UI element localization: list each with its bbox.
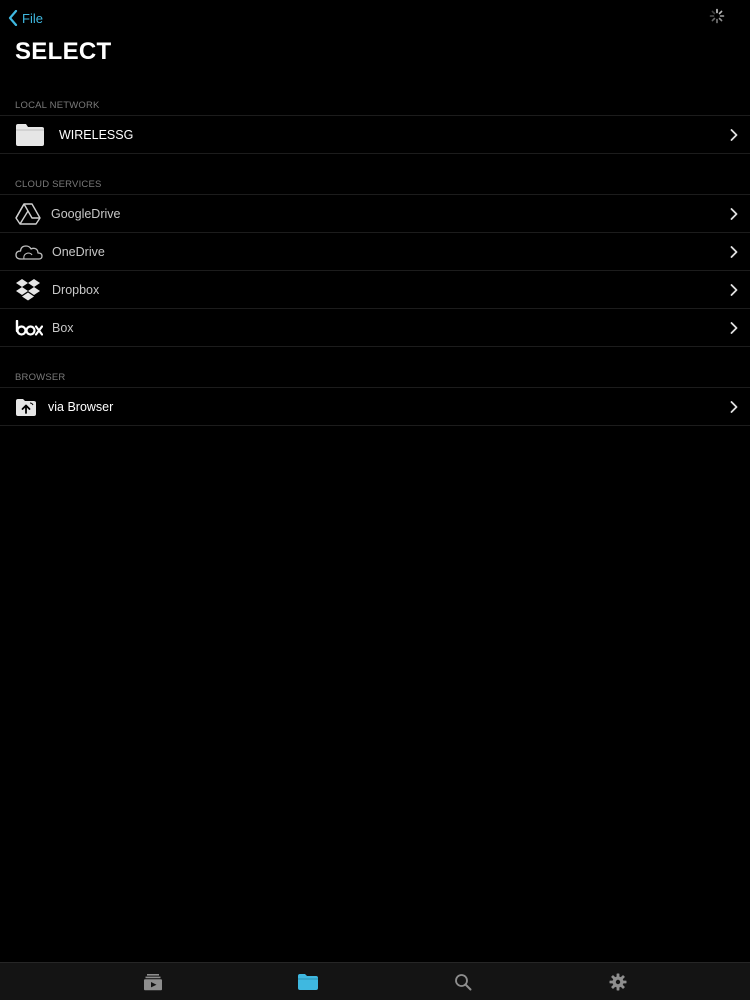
cloud-services-list: GoogleDrive OneDrive Dropbox Box	[0, 194, 750, 347]
list-item-dropbox[interactable]: Dropbox	[0, 271, 750, 309]
page-title: SELECT	[15, 38, 112, 65]
list-item-onedrive[interactable]: OneDrive	[0, 233, 750, 271]
section-header-browser: BROWSER	[15, 372, 66, 383]
list-item-wirelessg[interactable]: WIRELESSG	[0, 116, 750, 154]
box-icon	[15, 319, 43, 336]
folder-icon	[15, 123, 45, 147]
chevron-right-icon	[730, 400, 738, 413]
tab-files[interactable]	[278, 963, 338, 1000]
search-icon	[454, 973, 472, 991]
chevron-right-icon	[730, 245, 738, 258]
browser-upload-icon	[15, 397, 37, 417]
list-item-label: WIRELESSG	[59, 127, 134, 142]
local-network-list: WIRELESSG	[0, 115, 750, 154]
navigation-bar: File	[0, 0, 750, 36]
list-item-via-browser[interactable]: via Browser	[0, 388, 750, 426]
tab-settings[interactable]	[588, 963, 648, 1000]
folder-icon	[297, 973, 319, 991]
dropbox-icon	[15, 278, 41, 302]
list-item-label: Dropbox	[52, 282, 100, 297]
chevron-right-icon	[730, 128, 738, 141]
tab-bar	[0, 962, 750, 1000]
list-item-label: Box	[52, 320, 74, 335]
back-label: File	[22, 10, 43, 26]
section-header-local-network: LOCAL NETWORK	[15, 100, 100, 111]
tab-search[interactable]	[433, 963, 493, 1000]
gear-icon	[609, 973, 627, 991]
onedrive-icon	[15, 243, 43, 261]
loading-spinner-icon	[709, 8, 725, 24]
chevron-right-icon	[730, 207, 738, 220]
media-library-icon	[143, 973, 163, 991]
chevron-left-icon	[8, 10, 18, 26]
list-item-label: via Browser	[48, 399, 114, 414]
tab-media-library[interactable]	[123, 963, 183, 1000]
chevron-right-icon	[730, 321, 738, 334]
section-header-cloud-services: CLOUD SERVICES	[15, 179, 102, 190]
list-item-label: OneDrive	[52, 244, 105, 259]
list-item-box[interactable]: Box	[0, 309, 750, 347]
browser-list: via Browser	[0, 387, 750, 426]
back-button[interactable]: File	[8, 8, 43, 28]
list-item-label: GoogleDrive	[51, 206, 121, 221]
list-item-googledrive[interactable]: GoogleDrive	[0, 195, 750, 233]
chevron-right-icon	[730, 283, 738, 296]
google-drive-icon	[15, 202, 41, 225]
